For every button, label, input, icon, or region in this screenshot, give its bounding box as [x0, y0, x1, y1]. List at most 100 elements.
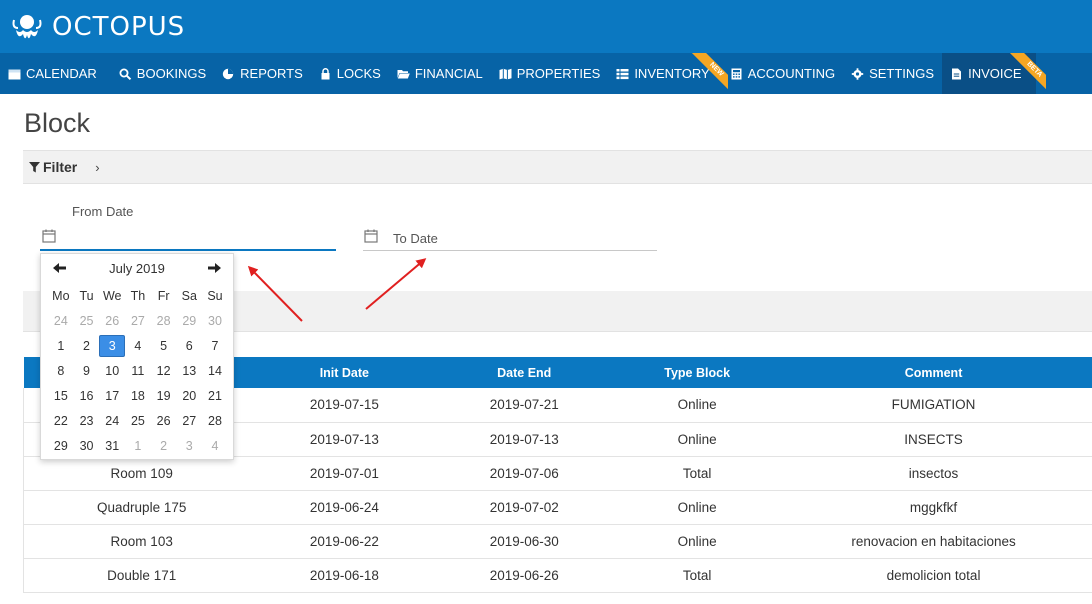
- filter-label: Filter: [43, 159, 78, 175]
- nav-bookings[interactable]: BOOKINGS: [111, 53, 214, 94]
- datepicker-week-row: 1234567: [48, 335, 228, 360]
- datepicker-day[interactable]: 9: [74, 360, 100, 382]
- datepicker-day[interactable]: 28: [151, 310, 177, 332]
- from-date-input[interactable]: [40, 226, 336, 251]
- table-cell: 2019-07-13: [429, 422, 620, 457]
- column-header[interactable]: Type Block: [619, 357, 776, 388]
- nav-label: SETTINGS: [869, 66, 935, 81]
- datepicker-day[interactable]: 17: [99, 385, 125, 407]
- nav-label: CALENDAR: [26, 66, 97, 81]
- nav-financial[interactable]: FINANCIAL: [389, 53, 491, 94]
- column-header[interactable]: Init Date: [259, 357, 430, 388]
- datepicker-day[interactable]: 31: [99, 435, 125, 457]
- filter-icon: [29, 161, 40, 172]
- datepicker-day[interactable]: 16: [74, 385, 100, 407]
- nav-settings[interactable]: SETTINGS: [843, 53, 942, 94]
- nav-calendar[interactable]: CALENDAR: [0, 53, 105, 94]
- datepicker-day[interactable]: 12: [151, 360, 177, 382]
- datepicker-day[interactable]: 8: [48, 360, 74, 382]
- nav-label: INVENTORY: [634, 66, 710, 81]
- nav-invoice[interactable]: INVOICE BETA: [942, 53, 1046, 94]
- nav-reports[interactable]: REPORTS: [214, 53, 311, 94]
- nav-locks[interactable]: LOCKS: [311, 53, 389, 94]
- filter-toggle[interactable]: Filter ›: [23, 150, 1092, 184]
- from-date-label: From Date: [72, 204, 134, 219]
- datepicker-day[interactable]: 26: [99, 310, 125, 332]
- weekday-label: Fr: [157, 289, 170, 303]
- table-cell: 2019-06-22: [259, 524, 430, 559]
- weekday-label: Su: [207, 289, 223, 303]
- datepicker-day[interactable]: 26: [151, 410, 177, 432]
- weekday-label: Th: [130, 289, 146, 303]
- datepicker-day[interactable]: 15: [48, 385, 74, 407]
- datepicker-day[interactable]: 11: [125, 360, 151, 382]
- datepicker-day[interactable]: 7: [202, 335, 228, 357]
- datepicker-day[interactable]: 4: [202, 435, 228, 457]
- datepicker-day[interactable]: 6: [176, 335, 202, 357]
- datepicker-day[interactable]: 4: [125, 335, 151, 357]
- nav-label: ACCOUNTING: [747, 66, 836, 81]
- to-date-input[interactable]: [363, 226, 657, 251]
- table-cell: Online: [619, 422, 776, 457]
- nav-accounting[interactable]: ACCOUNTING: [722, 53, 843, 94]
- table-cell: 2019-07-02: [429, 490, 620, 525]
- datepicker-day[interactable]: 19: [151, 385, 177, 407]
- datepicker-day[interactable]: 30: [202, 310, 228, 332]
- datepicker-week-row: 15 16 17 18 19 20 21: [48, 385, 228, 410]
- datepicker-day[interactable]: 14: [202, 360, 228, 382]
- table-cell: Total: [619, 456, 776, 491]
- datepicker-day[interactable]: 27: [176, 410, 202, 432]
- datepicker-day[interactable]: 24: [99, 410, 125, 432]
- datepicker-day[interactable]: 23: [74, 410, 100, 432]
- datepicker-day[interactable]: 5: [151, 335, 177, 357]
- datepicker-day[interactable]: 3: [99, 335, 126, 357]
- table-cell: 2019-06-30: [429, 524, 620, 559]
- datepicker-day[interactable]: 1: [125, 435, 151, 457]
- datepicker-day[interactable]: 13: [176, 360, 202, 382]
- table-cell: INSECTS: [775, 422, 1092, 457]
- table-cell: 2019-07-13: [259, 422, 430, 457]
- datepicker-day[interactable]: 27: [125, 310, 151, 332]
- datepicker-day[interactable]: 25: [74, 310, 100, 332]
- datepicker-day[interactable]: 29: [176, 310, 202, 332]
- datepicker-day[interactable]: 3: [176, 435, 202, 457]
- datepicker-day[interactable]: 29: [48, 435, 74, 457]
- folder-open-icon: [397, 69, 410, 78]
- table-cell: 2019-07-15: [259, 388, 430, 423]
- table-cell: 2019-06-18: [259, 558, 430, 593]
- table-row[interactable]: Double 171 2019-06-18 2019-06-26 Total d…: [23, 558, 1092, 593]
- table-row[interactable]: Room 109 2019-07-01 2019-07-06 Total ins…: [23, 456, 1092, 491]
- calendar-icon: [42, 229, 56, 243]
- table-cell: mggkfkf: [775, 490, 1092, 525]
- datepicker-day[interactable]: 22: [48, 410, 74, 432]
- datepicker-day[interactable]: 25: [125, 410, 151, 432]
- nav-properties[interactable]: PROPERTIES: [491, 53, 609, 94]
- datepicker-day[interactable]: 30: [74, 435, 100, 457]
- list-icon: [616, 68, 629, 79]
- table-row[interactable]: Quadruple 175 2019-06-24 2019-07-02 Onli…: [23, 490, 1092, 525]
- nav-label: FINANCIAL: [414, 66, 483, 81]
- table-row[interactable]: Room 103 2019-06-22 2019-06-30 Online re…: [23, 524, 1092, 559]
- datepicker-grid: Mo Tu We Th Fr Sa Su 24 25 26 27 28 29 30 1 2 3 4 5 6 7 8 9 10 1…: [48, 285, 228, 460]
- datepicker-day[interactable]: 24: [48, 310, 74, 332]
- table-cell: 2019-06-24: [259, 490, 430, 525]
- nav-label: BOOKINGS: [136, 66, 207, 81]
- nav-inventory[interactable]: INVENTORY NEW: [608, 53, 728, 94]
- lock-icon: [321, 67, 330, 79]
- datepicker-day[interactable]: 10: [99, 360, 125, 382]
- table-cell: Double 171: [23, 558, 260, 593]
- column-header[interactable]: Comment: [775, 357, 1092, 388]
- datepicker-day[interactable]: 20: [176, 385, 202, 407]
- table-cell: renovacion en habitaciones: [775, 524, 1092, 559]
- column-header[interactable]: Date End: [429, 357, 620, 388]
- datepicker-day[interactable]: 1: [48, 335, 74, 357]
- datepicker-popup: July 2019 Mo Tu We Th Fr Sa Su 24 25 26 27 28 29 30 1 2…: [40, 253, 234, 460]
- brand-logo[interactable]: OCTOPUS: [10, 10, 185, 44]
- datepicker-day[interactable]: 2: [151, 435, 177, 457]
- arrow-right-icon[interactable]: [205, 260, 223, 276]
- datepicker-day[interactable]: 21: [202, 385, 228, 407]
- table-cell: Total: [619, 558, 776, 593]
- datepicker-day[interactable]: 18: [125, 385, 151, 407]
- datepicker-day[interactable]: 28: [202, 410, 228, 432]
- datepicker-day[interactable]: 2: [74, 335, 100, 357]
